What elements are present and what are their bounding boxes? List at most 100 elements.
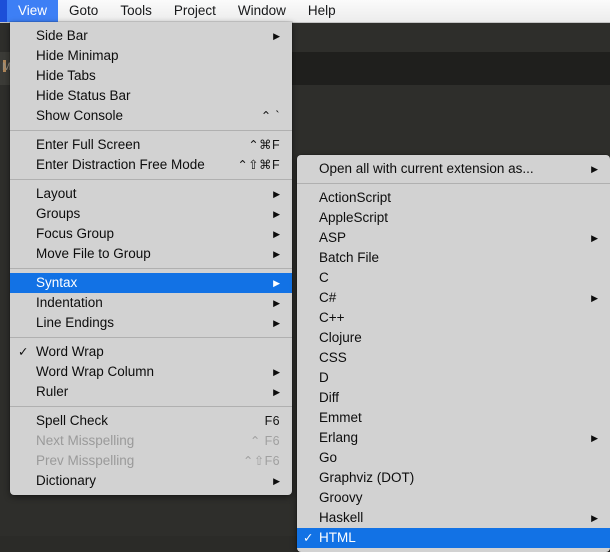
menu-item-label: Erlang bbox=[319, 430, 359, 445]
menubar-item-help[interactable]: Help bbox=[297, 0, 347, 22]
submenu-arrow-icon: ▶ bbox=[273, 476, 280, 486]
view-menu-item-hide-status-bar[interactable]: Hide Status Bar bbox=[10, 86, 292, 106]
syntax-item-d[interactable]: D bbox=[297, 368, 610, 388]
submenu-arrow-icon: ▶ bbox=[273, 31, 280, 41]
view-menu-item-ruler[interactable]: Ruler ▶ bbox=[10, 382, 292, 402]
syntax-item-graphviz-dot[interactable]: Graphviz (DOT) bbox=[297, 468, 610, 488]
menu-item-label: Hide Status Bar bbox=[36, 88, 131, 103]
syntax-item-go[interactable]: Go bbox=[297, 448, 610, 468]
menu-item-label: Clojure bbox=[319, 330, 362, 345]
submenu-arrow-icon: ▶ bbox=[273, 249, 280, 259]
menu-item-label: HTML bbox=[319, 530, 356, 545]
menu-item-label: AppleScript bbox=[319, 210, 389, 225]
view-menu-item-indentation[interactable]: Indentation ▶ bbox=[10, 293, 292, 313]
menu-separator bbox=[297, 183, 610, 184]
syntax-item-batch-file[interactable]: Batch File bbox=[297, 248, 610, 268]
checkmark-icon: ✓ bbox=[18, 345, 29, 359]
view-menu-item-groups[interactable]: Groups ▶ bbox=[10, 204, 292, 224]
menu-item-label: C bbox=[319, 270, 329, 285]
submenu-arrow-icon: ▶ bbox=[591, 433, 598, 443]
view-menu-item-prev-misspelling: Prev Misspelling ⌃⇧F6 bbox=[10, 451, 292, 471]
view-menu-item-show-console[interactable]: Show Console ⌃ ` bbox=[10, 106, 292, 126]
syntax-item-emmet[interactable]: Emmet bbox=[297, 408, 610, 428]
submenu-arrow-icon: ▶ bbox=[273, 367, 280, 377]
menu-item-label: Side Bar bbox=[36, 28, 88, 43]
view-menu-item-side-bar[interactable]: Side Bar ▶ bbox=[10, 26, 292, 46]
menubar-item-window[interactable]: Window bbox=[227, 0, 297, 22]
syntax-item-groovy[interactable]: Groovy bbox=[297, 488, 610, 508]
submenu-arrow-icon: ▶ bbox=[273, 298, 280, 308]
menu-bar: View Goto Tools Project Window Help bbox=[0, 0, 610, 23]
menubar-item-goto[interactable]: Goto bbox=[58, 0, 109, 22]
menu-item-label: Word Wrap bbox=[36, 344, 104, 359]
view-menu-item-spell-check[interactable]: Spell Check F6 bbox=[10, 411, 292, 431]
menu-item-label: Hide Tabs bbox=[36, 68, 96, 83]
syntax-item-haskell[interactable]: Haskell ▶ bbox=[297, 508, 610, 528]
syntax-item-clojure[interactable]: Clojure bbox=[297, 328, 610, 348]
menu-item-label: Prev Misspelling bbox=[36, 453, 135, 468]
syntax-item-c[interactable]: C# ▶ bbox=[297, 288, 610, 308]
syntax-item-c[interactable]: C++ bbox=[297, 308, 610, 328]
menu-item-label: Diff bbox=[319, 390, 340, 405]
menu-item-label: Show Console bbox=[36, 108, 124, 123]
view-menu-item-focus-group[interactable]: Focus Group ▶ bbox=[10, 224, 292, 244]
menubar-item-view[interactable]: View bbox=[7, 0, 59, 22]
syntax-submenu-dropdown: Open all with current extension as... ▶ Ac… bbox=[297, 155, 610, 552]
menu-item-label: Focus Group bbox=[36, 226, 115, 241]
view-menu-item-layout[interactable]: Layout ▶ bbox=[10, 184, 292, 204]
menu-item-shortcut: ⌃ F6 bbox=[249, 434, 280, 448]
menu-item-label: Groovy bbox=[319, 490, 363, 505]
menu-item-label: Enter Distraction Free Mode bbox=[36, 157, 205, 172]
submenu-arrow-icon: ▶ bbox=[591, 164, 598, 174]
view-menu-item-next-misspelling: Next Misspelling ⌃ F6 bbox=[10, 431, 292, 451]
syntax-item-c[interactable]: C bbox=[297, 268, 610, 288]
syntax-item-html[interactable]: ✓ HTML bbox=[297, 528, 610, 548]
menu-item-label: Groups bbox=[36, 206, 81, 221]
syntax-item-applescript[interactable]: AppleScript bbox=[297, 208, 610, 228]
view-menu-item-syntax[interactable]: Syntax ▶ bbox=[10, 273, 292, 293]
submenu-arrow-icon: ▶ bbox=[273, 229, 280, 239]
menu-separator bbox=[10, 406, 292, 407]
view-menu-item-word-wrap[interactable]: ✓ Word Wrap bbox=[10, 342, 292, 362]
submenu-arrow-icon: ▶ bbox=[273, 189, 280, 199]
menu-item-label: Word Wrap Column bbox=[36, 364, 155, 379]
checkmark-icon: ✓ bbox=[303, 531, 314, 545]
syntax-item-erlang[interactable]: Erlang ▶ bbox=[297, 428, 610, 448]
menubar-item-tools[interactable]: Tools bbox=[109, 0, 163, 22]
menubar-left-edge bbox=[0, 0, 7, 22]
view-menu-item-enter-full-screen[interactable]: Enter Full Screen ⌃⌘F bbox=[10, 135, 292, 155]
view-menu-dropdown: Side Bar ▶ Hide Minimap Hide Tabs Hide Statu… bbox=[10, 22, 292, 495]
menu-item-label: Hide Minimap bbox=[36, 48, 119, 63]
menu-item-shortcut: ⌃⇧F6 bbox=[242, 454, 280, 468]
syntax-item-open-all-with-current-extension-as[interactable]: Open all with current extension as... ▶ bbox=[297, 159, 610, 179]
menu-item-label: Next Misspelling bbox=[36, 433, 135, 448]
menu-item-label: Line Endings bbox=[36, 315, 115, 330]
menu-item-label: Open all with current extension as... bbox=[319, 161, 534, 176]
view-menu-item-hide-tabs[interactable]: Hide Tabs bbox=[10, 66, 292, 86]
menu-separator bbox=[10, 179, 292, 180]
view-menu-item-hide-minimap[interactable]: Hide Minimap bbox=[10, 46, 292, 66]
view-menu-item-move-file-to-group[interactable]: Move File to Group ▶ bbox=[10, 244, 292, 264]
menu-item-label: Graphviz (DOT) bbox=[319, 470, 415, 485]
menu-item-label: Dictionary bbox=[36, 473, 97, 488]
menu-item-label: CSS bbox=[319, 350, 347, 365]
submenu-arrow-icon: ▶ bbox=[591, 233, 598, 243]
syntax-item-diff[interactable]: Diff bbox=[297, 388, 610, 408]
syntax-item-actionscript[interactable]: ActionScript bbox=[297, 188, 610, 208]
menu-separator bbox=[10, 337, 292, 338]
view-menu-item-dictionary[interactable]: Dictionary ▶ bbox=[10, 471, 292, 491]
submenu-arrow-icon: ▶ bbox=[273, 387, 280, 397]
syntax-item-asp[interactable]: ASP ▶ bbox=[297, 228, 610, 248]
menu-item-label: Ruler bbox=[36, 384, 69, 399]
view-menu-item-word-wrap-column[interactable]: Word Wrap Column ▶ bbox=[10, 362, 292, 382]
syntax-item-css[interactable]: CSS bbox=[297, 348, 610, 368]
menu-item-label: Batch File bbox=[319, 250, 380, 265]
view-menu-item-enter-distraction-free-mode[interactable]: Enter Distraction Free Mode ⌃⇧⌘F bbox=[10, 155, 292, 175]
menubar-item-project[interactable]: Project bbox=[163, 0, 227, 22]
menu-item-label: Syntax bbox=[36, 275, 78, 290]
view-menu-item-line-endings[interactable]: Line Endings ▶ bbox=[10, 313, 292, 333]
menu-item-label: ActionScript bbox=[319, 190, 392, 205]
submenu-arrow-icon: ▶ bbox=[591, 513, 598, 523]
submenu-arrow-icon: ▶ bbox=[273, 209, 280, 219]
menu-item-label: C++ bbox=[319, 310, 345, 325]
